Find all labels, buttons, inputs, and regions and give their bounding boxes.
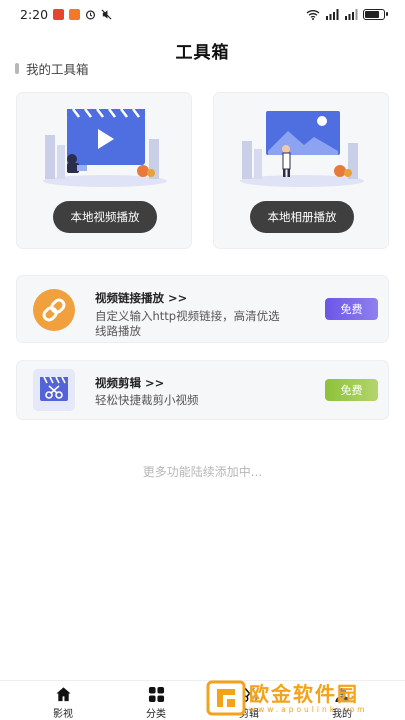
watermark-logo-icon xyxy=(206,680,246,716)
battery-icon xyxy=(363,8,388,20)
tab-categories[interactable]: 分类 xyxy=(126,681,186,720)
section-header: 我的工具箱 xyxy=(15,59,89,78)
link-play-card[interactable]: 视频链接播放 >> 自定义输入http视频链接，高清优选线路播放 免费 xyxy=(16,275,389,343)
status-time: 2:20 xyxy=(20,6,49,22)
local-album-play-button[interactable]: 本地相册播放 xyxy=(250,201,354,233)
watermark-text: 欧金软件园 xyxy=(249,681,359,706)
wifi-icon xyxy=(306,9,320,20)
link-play-title[interactable]: 视频链接播放 >> xyxy=(95,290,187,306)
video-player-illustration xyxy=(43,108,167,187)
home-icon xyxy=(55,687,71,702)
photo-album-illustration xyxy=(240,111,364,187)
status-bar: 2:20 xyxy=(0,0,405,28)
watermark-url: www.apoulink.com xyxy=(249,704,368,714)
grid-icon xyxy=(148,686,164,703)
video-edit-free-badge[interactable]: 免费 xyxy=(325,379,378,401)
link-icon xyxy=(33,289,75,331)
video-edit-icon xyxy=(33,369,75,411)
video-edit-description: 轻松快捷裁剪小视频 xyxy=(95,393,199,407)
link-play-free-badge[interactable]: 免费 xyxy=(325,298,378,320)
section-marker xyxy=(15,63,19,74)
tab-movies[interactable]: 影视 xyxy=(33,681,93,720)
video-edit-title[interactable]: 视频剪辑 >> xyxy=(95,375,164,391)
notification-red-icon xyxy=(53,8,65,20)
tab-label: 影视 xyxy=(53,709,73,720)
link-play-description: 自定义输入http视频链接，高清优选线路播放 xyxy=(95,309,280,338)
watermark: 欧金软件园 www.apoulink.com xyxy=(205,676,405,720)
notification-orange-icon xyxy=(69,8,81,20)
tab-label: 分类 xyxy=(146,709,166,720)
local-video-card[interactable]: 本地视频播放 xyxy=(16,92,192,249)
mute-icon xyxy=(101,9,112,19)
more-features-text: 更多功能陆续添加中... xyxy=(142,465,263,479)
signal-icon xyxy=(345,8,358,20)
video-edit-card[interactable]: 视频剪辑 >> 轻松快捷裁剪小视频 免费 xyxy=(16,360,389,420)
local-album-card[interactable]: 本地相册播放 xyxy=(213,92,389,249)
alarm-icon xyxy=(86,9,96,19)
signal-icon xyxy=(326,8,339,20)
local-video-play-button[interactable]: 本地视频播放 xyxy=(53,201,157,233)
section-title: 我的工具箱 xyxy=(26,62,89,77)
